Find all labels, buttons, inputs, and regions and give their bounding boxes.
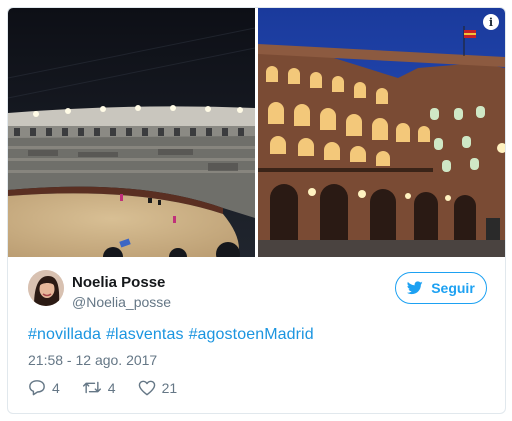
hashtag-link[interactable]: #agostoenMadrid — [189, 326, 314, 343]
bullring-arena-photo[interactable] — [8, 8, 255, 257]
heart-icon — [138, 380, 155, 395]
like-count: 21 — [161, 379, 178, 396]
retweet-icon — [82, 381, 101, 394]
media-grid[interactable]: i — [8, 8, 505, 257]
follow-button-label: Seguir — [431, 280, 475, 296]
follow-button[interactable]: Seguir — [395, 272, 487, 304]
las-ventas-facade-photo[interactable] — [258, 8, 505, 257]
user-name[interactable]: Noelia Posse — [72, 274, 165, 291]
reply-button[interactable]: 4 — [28, 379, 60, 396]
avatar[interactable] — [28, 270, 64, 306]
tweet-timestamp[interactable]: 21:58 - 12 ago. 2017 — [28, 352, 157, 368]
reply-count: 4 — [52, 379, 60, 396]
tweet-text: #novillada #lasventas #agostoenMadrid — [28, 326, 319, 344]
hashtag-link[interactable]: #novillada — [28, 326, 101, 343]
hashtag-link[interactable]: #lasventas — [106, 326, 184, 343]
retweet-button[interactable]: 4 — [82, 380, 116, 396]
tweet-card: i Noelia Posse @Noelia_posse Seguir #nov… — [7, 7, 506, 414]
reply-icon — [29, 380, 45, 396]
twitter-bird-icon — [407, 281, 423, 295]
retweet-count: 4 — [107, 379, 116, 396]
like-button[interactable]: 21 — [138, 379, 178, 396]
tweet-actions: 4 4 21 — [28, 379, 199, 396]
user-handle[interactable]: @Noelia_posse — [72, 294, 171, 310]
avatar-image — [28, 270, 64, 306]
info-icon[interactable]: i — [483, 14, 499, 30]
